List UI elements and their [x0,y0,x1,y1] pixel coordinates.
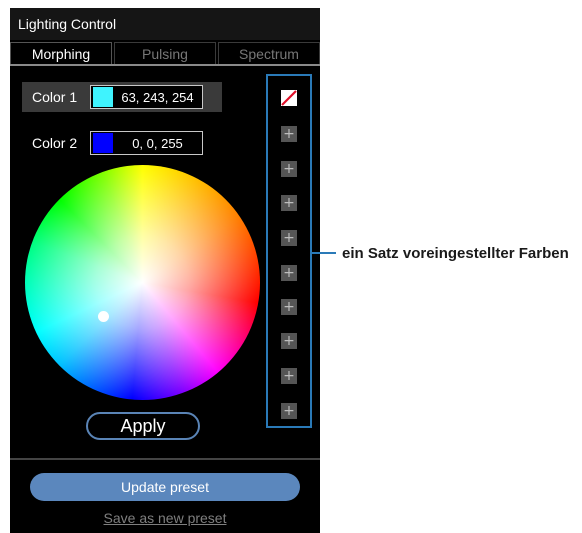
tab-spectrum[interactable]: Spectrum [218,42,320,64]
plus-icon[interactable]: + [281,230,297,246]
plus-icon[interactable]: + [281,195,297,211]
apply-button[interactable]: Apply [86,412,200,440]
tab-morphing[interactable]: Morphing [10,42,112,64]
divider [10,458,320,460]
no-color-preset-icon[interactable] [281,90,297,106]
save-as-new-preset-link[interactable]: Save as new preset [10,510,320,526]
color-2-swatch[interactable] [93,133,113,153]
plus-icon[interactable]: + [281,161,297,177]
tab-pulsing[interactable]: Pulsing [114,42,216,64]
preset-colors-panel: + + + + + + + + + [266,74,312,428]
color-1-label: Color 1 [32,89,78,105]
callout-line [312,252,336,254]
plus-icon[interactable]: + [281,368,297,384]
plus-icon[interactable]: + [281,333,297,349]
plus-icon[interactable]: + [281,403,297,419]
tab-bar: Morphing Pulsing Spectrum [10,42,320,64]
color-2-value: 0, 0, 255 [132,135,183,151]
lighting-control-panel: Lighting Control Morphing Pulsing Spectr… [10,8,320,533]
color-1-swatch[interactable] [93,87,113,107]
window-title: Lighting Control [10,8,320,40]
plus-icon[interactable]: + [281,299,297,315]
update-preset-button[interactable]: Update preset [30,473,300,501]
color-2-field[interactable]: 0, 0, 255 [90,131,203,155]
tab-underline [10,64,320,66]
color-wheel-handle[interactable] [98,311,109,322]
color-1-value: 63, 243, 254 [121,89,194,105]
color-2-row[interactable]: Color 2 0, 0, 255 [22,128,203,158]
color-2-label: Color 2 [32,135,78,151]
color-1-row[interactable]: Color 1 63, 243, 254 [22,82,222,112]
color-1-field[interactable]: 63, 243, 254 [90,85,203,109]
plus-icon[interactable]: + [281,126,297,142]
callout-label: ein Satz voreingestellter Farben [342,245,569,262]
plus-icon[interactable]: + [281,265,297,281]
color-wheel[interactable] [25,165,260,400]
